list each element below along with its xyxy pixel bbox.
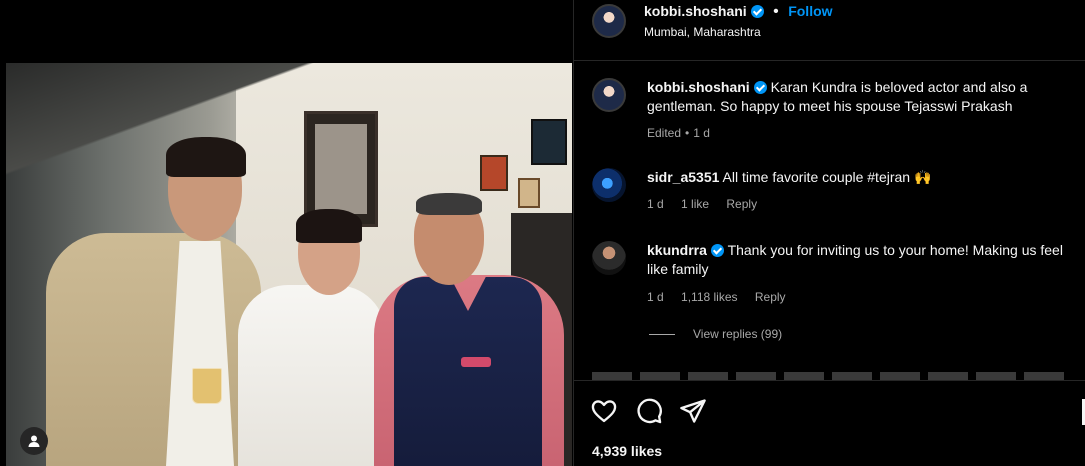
verified-badge-icon xyxy=(753,81,767,94)
verified-badge-icon xyxy=(710,244,724,257)
post-actions: 4,939 likes xyxy=(574,380,1085,466)
likes-count[interactable]: 4,939 likes xyxy=(592,443,662,459)
comment-username[interactable]: sidr_a5351 xyxy=(647,169,719,185)
author-avatar[interactable] xyxy=(592,4,626,38)
photo-wall-frame xyxy=(518,178,540,208)
clipped-comment xyxy=(592,372,1072,380)
post-media[interactable] xyxy=(0,0,573,466)
pocket-square xyxy=(461,357,491,367)
share-icon[interactable] xyxy=(679,397,709,427)
caption-meta: Edited • 1 d xyxy=(647,126,724,140)
post-location[interactable]: Mumbai, Maharashtra xyxy=(644,25,761,39)
author-username[interactable]: kobbi.shoshani xyxy=(644,3,747,19)
comment-meta: 1 d 1 like Reply xyxy=(647,197,771,211)
comment-time[interactable]: 1 d xyxy=(647,197,664,211)
comment-meta: 1 d 1,118 likes Reply xyxy=(647,290,800,304)
post-photo[interactable] xyxy=(6,63,572,466)
post-header: kobbi.shoshani • Follow Mumbai, Maharash… xyxy=(574,0,1085,61)
comment-text-block: sidr_a5351 All time favorite couple #tej… xyxy=(647,168,1067,187)
caption-avatar[interactable] xyxy=(592,78,626,112)
view-replies-button[interactable]: View replies (99) xyxy=(649,327,782,341)
person-middle-body xyxy=(238,285,386,466)
separator-dot: • xyxy=(773,3,779,20)
reply-button[interactable]: Reply xyxy=(755,290,786,304)
caption-username[interactable]: kobbi.shoshani xyxy=(647,79,750,95)
user-tag-icon[interactable] xyxy=(20,427,48,455)
verified-badge-icon xyxy=(750,5,764,18)
comment-text-block: kkundrra Thank you for inviting us to yo… xyxy=(647,241,1067,279)
comment-text: Thank you for inviting us to your home! … xyxy=(647,242,1063,277)
comment-avatar[interactable] xyxy=(592,168,626,202)
comment-likes[interactable]: 1,118 likes xyxy=(681,290,737,304)
reply-button[interactable]: Reply xyxy=(726,197,757,211)
caption-edited: Edited xyxy=(647,126,682,140)
comment-likes[interactable]: 1 like xyxy=(681,197,709,211)
person-middle-hair xyxy=(296,209,362,243)
person-right-hair xyxy=(416,193,482,215)
follow-button[interactable]: Follow xyxy=(788,3,832,19)
comment-text: All time favorite couple #tejran 🙌 xyxy=(722,169,932,185)
heart-icon[interactable] xyxy=(590,397,620,427)
view-replies-line xyxy=(649,333,675,335)
comment-icon[interactable] xyxy=(635,397,665,427)
post-sidebar: kobbi.shoshani • Follow Mumbai, Maharash… xyxy=(573,0,1085,466)
photo-wall-frame xyxy=(531,119,567,165)
drink-glass xyxy=(192,368,222,404)
comment-username[interactable]: kkundrra xyxy=(647,242,707,258)
separator-dot: • xyxy=(685,126,690,140)
photo-wall-frame xyxy=(480,155,508,191)
caption-time[interactable]: 1 d xyxy=(693,126,710,140)
author-line: kobbi.shoshani • Follow xyxy=(644,3,833,21)
view-replies-label: View replies (99) xyxy=(693,327,783,341)
comment-time[interactable]: 1 d xyxy=(647,290,664,304)
comment-avatar[interactable] xyxy=(592,241,626,275)
caption-text-block: kobbi.shoshani Karan Kundra is beloved a… xyxy=(647,78,1067,116)
person-left-hair xyxy=(166,137,246,177)
